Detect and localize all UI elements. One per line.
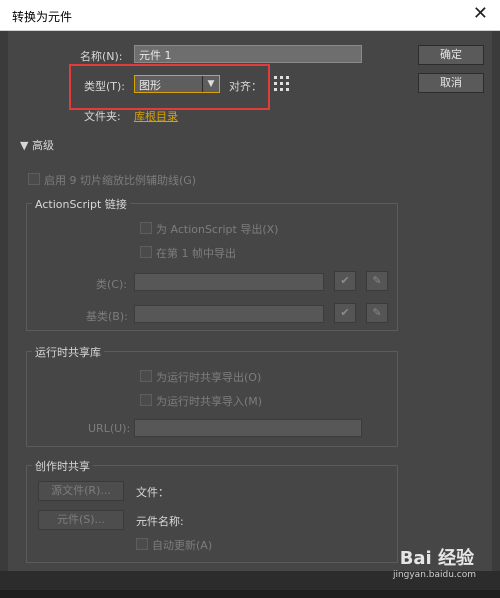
- export-as-checkbox[interactable]: [140, 222, 152, 234]
- nine-slice-label: 启用 9 切片缩放比例辅助线(G): [44, 174, 197, 187]
- ruler: [0, 590, 500, 598]
- symbol-button[interactable]: 元件(S)...: [38, 510, 124, 530]
- name-value: 元件 1: [139, 49, 172, 62]
- export-frame1-label: 在第 1 帧中导出: [156, 247, 236, 260]
- actionscript-group-title: ActionScript 链接: [32, 196, 130, 212]
- baidu-watermark-url: jingyan.baidu.com: [392, 570, 476, 580]
- pencil-icon[interactable]: ✎: [366, 271, 388, 291]
- dialog-body: 名称(N): 元件 1 确定 取消 类型(T): 图形 ▼ 对齐： 文件夹: 库…: [8, 31, 492, 571]
- registration-grid-icon[interactable]: [274, 76, 290, 92]
- pencil-icon[interactable]: ✎: [366, 303, 388, 323]
- import-runtime-label: 为运行时共享导入(M): [156, 395, 263, 408]
- runtime-shared-group-title: 运行时共享库: [32, 344, 104, 360]
- window-title: 转换为元件: [12, 10, 73, 24]
- ok-button[interactable]: 确定: [418, 45, 484, 65]
- export-frame1-checkbox[interactable]: [140, 246, 152, 258]
- base-class-label: 基类(B):: [86, 310, 128, 323]
- symbol-name-label: 元件名称:: [136, 515, 184, 528]
- export-as-label: 为 ActionScript 导出(X): [156, 223, 279, 236]
- type-select[interactable]: 图形 ▼: [134, 75, 220, 93]
- authoring-shared-group-title: 创作时共享: [32, 458, 93, 474]
- source-file-button[interactable]: 源文件(R)...: [38, 481, 124, 501]
- type-label: 类型(T):: [84, 80, 126, 93]
- close-icon[interactable]: ✕: [473, 4, 488, 24]
- cancel-button[interactable]: 取消: [418, 73, 484, 93]
- folder-link[interactable]: 库根目录: [134, 108, 178, 124]
- class-field[interactable]: [134, 273, 324, 291]
- name-field[interactable]: 元件 1: [134, 45, 362, 63]
- baidu-watermark-logo: Bai 经验: [399, 548, 474, 569]
- chevron-down-icon: ▼: [202, 76, 219, 92]
- name-label: 名称(N):: [80, 50, 123, 63]
- base-class-field[interactable]: [134, 305, 324, 323]
- export-runtime-label: 为运行时共享导出(O): [156, 371, 262, 384]
- url-field[interactable]: [134, 419, 362, 437]
- import-runtime-checkbox[interactable]: [140, 394, 152, 406]
- class-label: 类(C):: [96, 278, 127, 291]
- check-icon[interactable]: ✔: [334, 303, 356, 323]
- export-runtime-checkbox[interactable]: [140, 370, 152, 382]
- type-value: 图形: [139, 79, 161, 92]
- check-icon[interactable]: ✔: [334, 271, 356, 291]
- file-label: 文件：: [136, 486, 169, 499]
- url-label: URL(U):: [88, 422, 131, 435]
- folder-label: 文件夹:: [84, 110, 121, 123]
- auto-update-checkbox[interactable]: [136, 538, 148, 550]
- nine-slice-checkbox[interactable]: [28, 173, 40, 185]
- align-label: 对齐：: [229, 80, 262, 93]
- auto-update-label: 自动更新(A): [152, 539, 213, 552]
- advanced-toggle[interactable]: ▼ 高级: [20, 137, 54, 153]
- title-bar: 转换为元件 ✕: [0, 0, 500, 31]
